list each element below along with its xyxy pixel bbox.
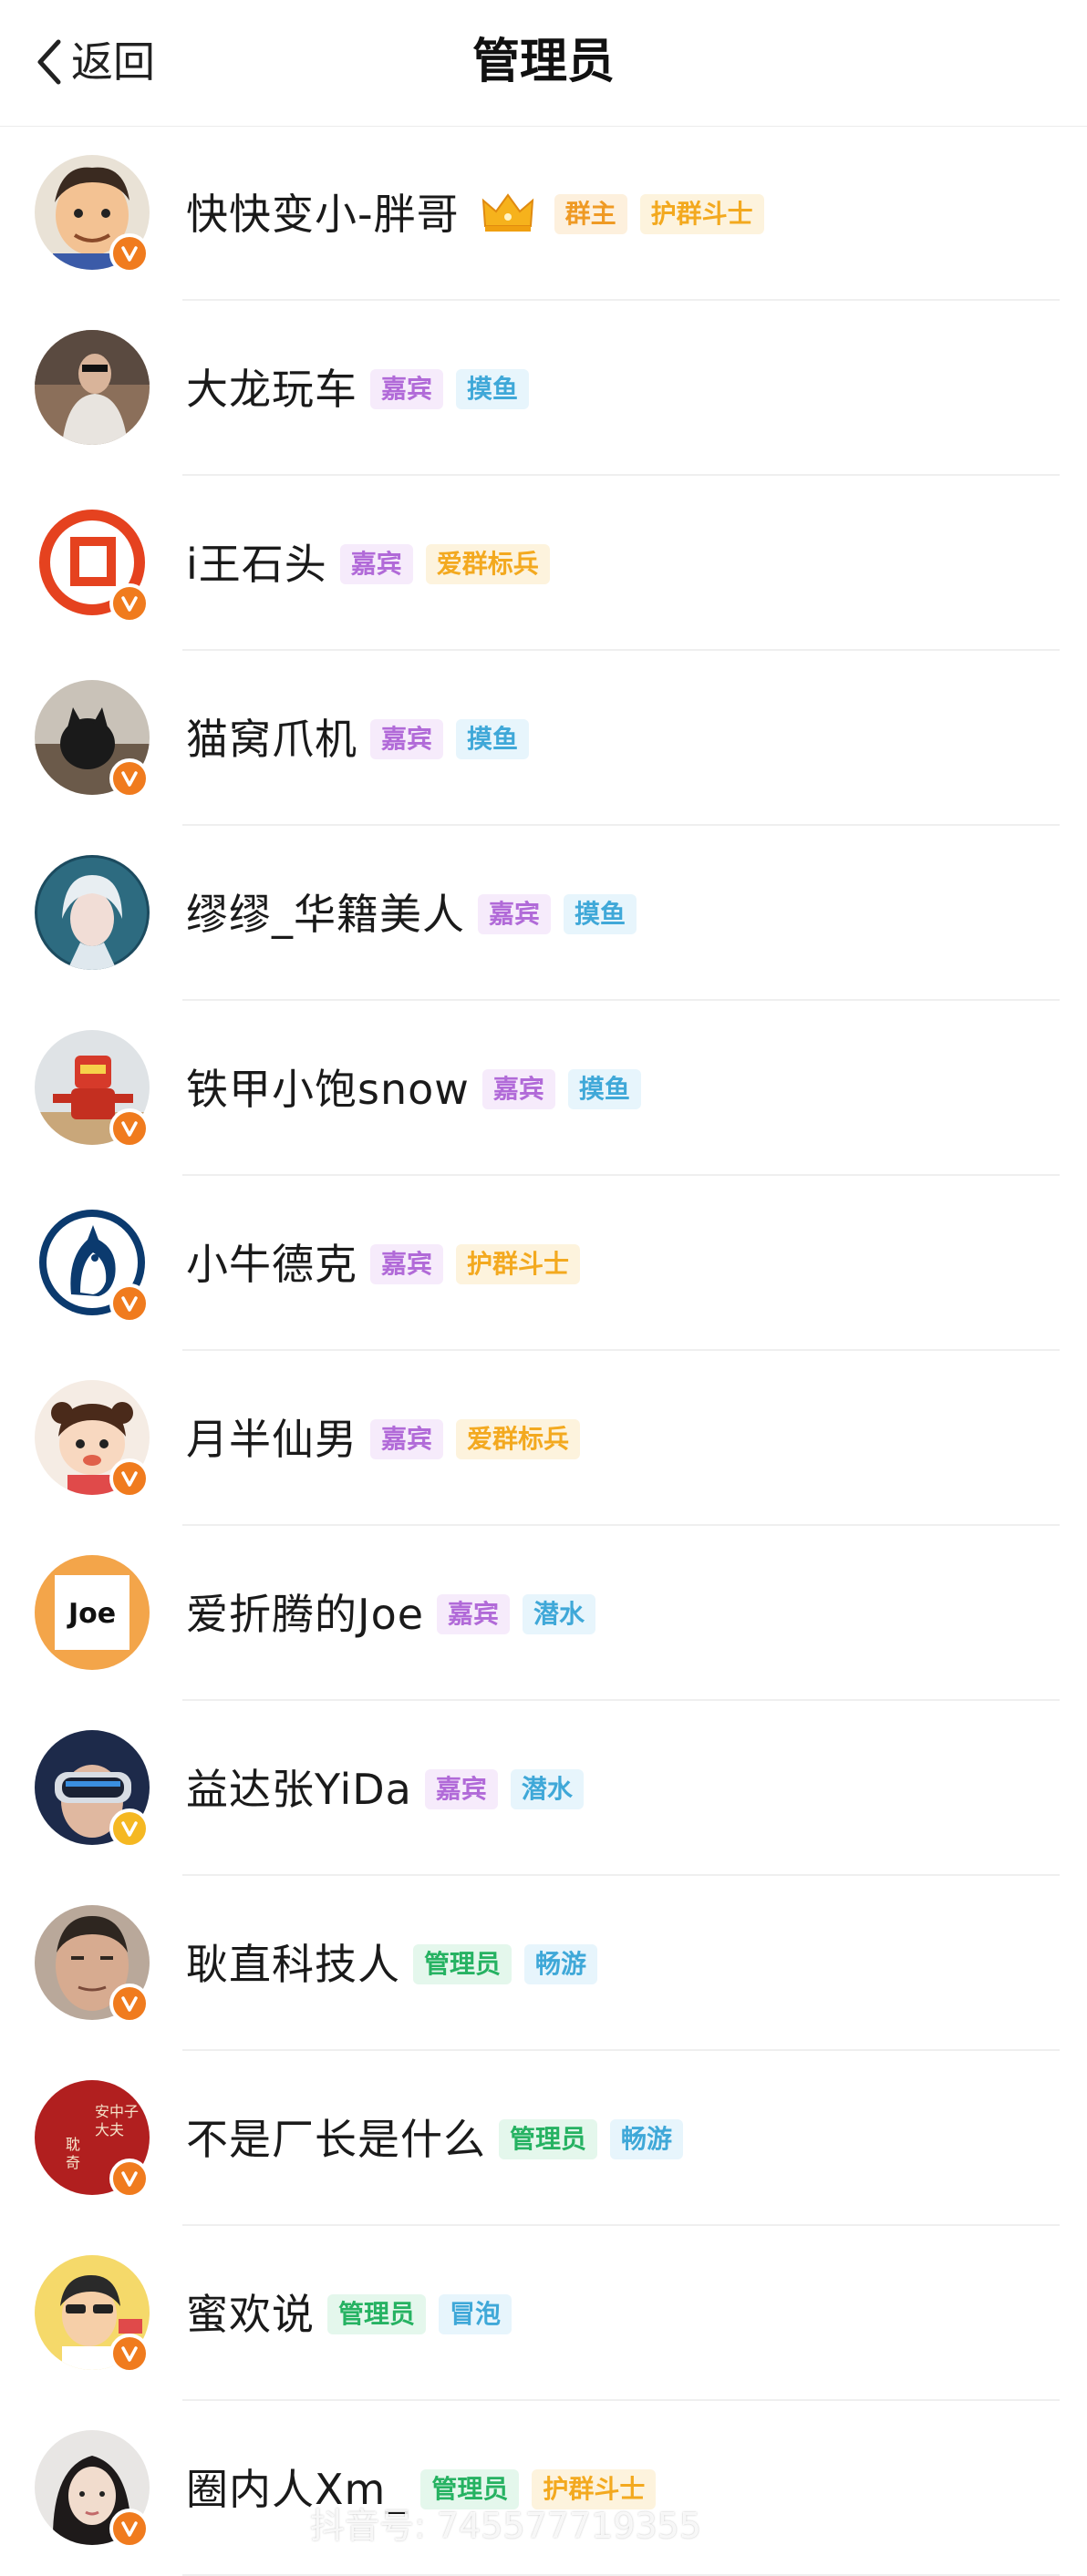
- role-tag: 群主: [554, 194, 627, 234]
- verified-badge-icon: [109, 1458, 150, 1499]
- member-row[interactable]: 大龙玩车 嘉宾 摸鱼: [0, 301, 1087, 476]
- role-tag: 摸鱼: [456, 719, 530, 759]
- member-name: 大龙玩车: [186, 365, 357, 414]
- member-row[interactable]: Joe 爱折腾的Joe 嘉宾 潜水: [0, 1526, 1087, 1701]
- role-tag: 嘉宾: [370, 1419, 444, 1459]
- member-row[interactable]: i王石头 嘉宾 爱群标兵: [0, 476, 1087, 651]
- girl-portrait-icon[interactable]: [35, 855, 150, 970]
- member-row[interactable]: 圈内人Xm_ 管理员 护群斗士: [0, 2401, 1087, 2576]
- verified-badge-icon: [109, 583, 150, 623]
- member-name-line: 爱折腾的Joe 嘉宾 潜水: [186, 1586, 596, 1643]
- role-tag: 冒泡: [439, 2294, 512, 2334]
- verified-badge-icon: [109, 2509, 150, 2549]
- watermark: 抖音号: 745577719355: [310, 2506, 702, 2546]
- verified-badge-icon: [109, 1283, 150, 1324]
- role-tag: 摸鱼: [564, 894, 637, 934]
- photo-man-icon[interactable]: [35, 330, 150, 445]
- member-name-line: 大龙玩车 嘉宾 摸鱼: [186, 361, 530, 417]
- member-row[interactable]: 快快变小-胖哥 群主 护群斗士: [0, 126, 1087, 301]
- role-tag: 摸鱼: [567, 1069, 641, 1109]
- svg-text:安中子: 安中子: [95, 2103, 139, 2120]
- verified-badge-icon: [109, 2334, 150, 2374]
- member-row[interactable]: 缪缪_华籍美人 嘉宾 摸鱼: [0, 826, 1087, 1001]
- member-name: 铁甲小饱snow: [186, 1065, 470, 1114]
- role-tag: 爱群标兵: [456, 1419, 581, 1459]
- role-tag: 管理员: [413, 1944, 512, 1984]
- role-tag: 管理员: [327, 2294, 427, 2334]
- member-name-line: 不是厂长是什么 管理员 畅游: [186, 2111, 684, 2168]
- member-name-line: i王石头 嘉宾 爱群标兵: [186, 536, 550, 592]
- member-row[interactable]: 安中子 大夫耽奇 不是厂长是什么 管理员 畅游: [0, 2051, 1087, 2226]
- verified-badge-icon: [109, 758, 150, 799]
- role-tag: 摸鱼: [456, 369, 530, 409]
- admin-list: 快快变小-胖哥 群主 护群斗士 大龙玩车 嘉宾 摸鱼 i王石头 嘉宾 爱群标兵 猫窝爪机 嘉宾 摸鱼缪…: [0, 126, 1087, 2576]
- member-name: 快快变小-胖哥: [186, 190, 460, 239]
- joe-logo[interactable]: Joe: [35, 1555, 150, 1670]
- role-tag: 嘉宾: [481, 1069, 555, 1109]
- role-tag: 畅游: [610, 2119, 684, 2159]
- member-row[interactable]: 月半仙男 嘉宾 爱群标兵: [0, 1351, 1087, 1526]
- role-tag: 潜水: [523, 1594, 596, 1634]
- crown-icon: [460, 190, 542, 239]
- verified-badge-icon: [109, 2159, 150, 2199]
- member-name: i王石头: [186, 540, 327, 589]
- header-bar: 返回 管理员: [0, 0, 1087, 127]
- verified-badge-icon: [109, 233, 150, 273]
- member-name-line: 缪缪_华籍美人 嘉宾 摸鱼: [186, 886, 637, 943]
- member-name: 益达张YiDa: [186, 1765, 412, 1814]
- member-row[interactable]: 铁甲小饱snow 嘉宾 摸鱼: [0, 1001, 1087, 1176]
- role-tag: 畅游: [524, 1944, 598, 1984]
- member-name-line: 小牛德克 嘉宾 护群斗士: [186, 1236, 581, 1293]
- role-tag: 护群斗士: [456, 1244, 581, 1284]
- role-tag: 护群斗士: [639, 194, 764, 234]
- role-tag: 嘉宾: [478, 894, 552, 934]
- member-name: 小牛德克: [186, 1240, 357, 1289]
- verified-badge-icon: [109, 1108, 150, 1149]
- avatar-logo-text: Joe: [67, 1598, 116, 1630]
- member-row[interactable]: 小牛德克 嘉宾 护群斗士: [0, 1176, 1087, 1351]
- member-name-line: 猫窝爪机 嘉宾 摸鱼: [186, 711, 530, 768]
- member-name-line: 蜜欢说 管理员 冒泡: [186, 2286, 512, 2343]
- member-name-line: 月半仙男 嘉宾 爱群标兵: [186, 1411, 581, 1468]
- role-tag: 嘉宾: [370, 719, 444, 759]
- member-name: 蜜欢说: [186, 2290, 315, 2339]
- member-name-line: 益达张YiDa 嘉宾 潜水: [186, 1761, 584, 1818]
- page-title: 管理员: [471, 35, 615, 89]
- role-tag: 嘉宾: [370, 369, 444, 409]
- member-name-line: 铁甲小饱snow 嘉宾 摸鱼: [186, 1061, 641, 1118]
- member-row[interactable]: 蜜欢说 管理员 冒泡: [0, 2226, 1087, 2401]
- role-tag: 潜水: [510, 1769, 584, 1809]
- member-name: 月半仙男: [186, 1415, 357, 1464]
- role-tag: 管理员: [499, 2119, 598, 2159]
- svg-text:奇: 奇: [66, 2154, 80, 2171]
- member-row[interactable]: 耿直科技人 管理员 畅游: [0, 1876, 1087, 2051]
- member-row[interactable]: 益达张YiDa 嘉宾 潜水: [0, 1701, 1087, 1876]
- member-name-line: 快快变小-胖哥 群主 护群斗士: [186, 186, 764, 242]
- verified-badge-icon: [109, 1808, 150, 1849]
- role-tag: 嘉宾: [437, 1594, 511, 1634]
- member-row[interactable]: 猫窝爪机 嘉宾 摸鱼: [0, 651, 1087, 826]
- member-name-line: 耿直科技人 管理员 畅游: [186, 1936, 598, 1993]
- member-name: 不是厂长是什么: [186, 2115, 486, 2164]
- role-tag: 嘉宾: [370, 1244, 444, 1284]
- member-name: 猫窝爪机: [186, 715, 357, 764]
- svg-text:大夫: 大夫: [95, 2121, 124, 2138]
- member-name: 缪缪_华籍美人: [186, 890, 465, 939]
- member-name: 耿直科技人: [186, 1940, 400, 1989]
- role-tag: 爱群标兵: [425, 544, 550, 584]
- verified-badge-icon: [109, 1984, 150, 2024]
- member-name: 爱折腾的Joe: [186, 1590, 425, 1639]
- role-tag: 嘉宾: [339, 544, 413, 584]
- svg-text:耽: 耽: [66, 2136, 80, 2153]
- role-tag: 嘉宾: [424, 1769, 498, 1809]
